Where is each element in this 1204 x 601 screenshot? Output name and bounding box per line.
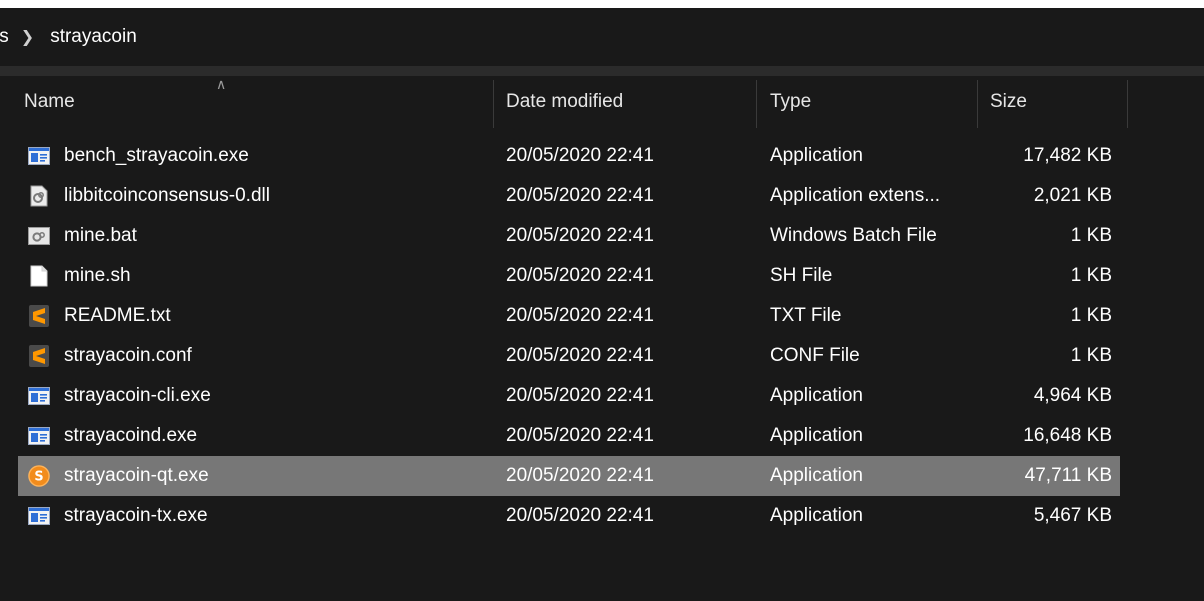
file-size: 1 KB <box>1070 345 1112 366</box>
file-date-modified: 20/05/2020 22:41 <box>506 385 654 406</box>
file-size: 5,467 KB <box>1033 505 1112 526</box>
file-date-modified: 20/05/2020 22:41 <box>506 305 654 326</box>
address-bar[interactable]: ts ❯ strayacoin <box>0 8 1204 66</box>
file-row[interactable]: strayacoin.conf 20/05/2020 22:41 CONF File… <box>18 336 1120 376</box>
file-size: 16,648 KB <box>1023 425 1112 446</box>
file-row[interactable]: strayacoind.exe 20/05/2020 22:41 Applicati… <box>18 416 1120 456</box>
file-type: SH File <box>770 265 833 286</box>
sublime-text-icon <box>28 304 50 328</box>
exe-icon <box>28 384 50 408</box>
breadcrumb-parent[interactable]: ts <box>0 26 9 48</box>
column-header-size[interactable]: Size <box>990 76 1027 128</box>
file-name-cell[interactable]: strayacoin-tx.exe <box>28 496 208 536</box>
file-name-cell[interactable]: strayacoin-cli.exe <box>28 376 211 416</box>
blank-file-icon <box>28 264 50 288</box>
file-type: Application <box>770 425 863 446</box>
address-bar-divider <box>0 66 1204 76</box>
file-name: strayacoin.conf <box>64 345 192 366</box>
column-divider[interactable] <box>1127 80 1128 128</box>
exe-icon <box>28 504 50 528</box>
file-row[interactable]: strayacoin-cli.exe 20/05/2020 22:41 Applic… <box>18 376 1120 416</box>
file-date-modified: 20/05/2020 22:41 <box>506 225 654 246</box>
sort-ascending-caret-icon: ∧ <box>216 76 227 92</box>
sublime-text-icon <box>28 344 50 368</box>
file-size: 1 KB <box>1070 225 1112 246</box>
breadcrumb-current[interactable]: strayacoin <box>50 26 137 48</box>
file-name-cell[interactable]: bench_strayacoin.exe <box>28 136 249 176</box>
file-row[interactable]: README.txt 20/05/2020 22:41 TXT File 1 KB <box>18 296 1120 336</box>
file-type: Application <box>770 505 863 526</box>
file-type: Application <box>770 465 863 486</box>
file-date-modified: 20/05/2020 22:41 <box>506 505 654 526</box>
column-header-type[interactable]: Type <box>770 76 811 128</box>
file-name: strayacoin-cli.exe <box>64 385 211 406</box>
column-divider[interactable] <box>756 80 757 128</box>
file-name: strayacoind.exe <box>64 425 198 446</box>
file-type: Application extens... <box>770 185 941 206</box>
file-explorer-window: ts ❯ strayacoin ∧ Name Date modified Typ… <box>0 8 1204 601</box>
file-row[interactable]: mine.bat 20/05/2020 22:41 Windows Batch Fi… <box>18 216 1120 256</box>
file-type: TXT File <box>770 305 842 326</box>
file-row[interactable]: libbitcoinconsensus-0.dll 20/05/2020 22:4… <box>18 176 1120 216</box>
file-row-selected[interactable]: Sstrayacoin-qt.exe 20/05/2020 22:41 Applic… <box>18 456 1120 496</box>
column-divider[interactable] <box>493 80 494 128</box>
file-name: strayacoin-qt.exe <box>64 465 209 486</box>
file-name-cell[interactable]: libbitcoinconsensus-0.dll <box>28 176 270 216</box>
column-header-date-modified[interactable]: Date modified <box>506 76 623 128</box>
exe-icon <box>28 424 50 448</box>
file-name-cell[interactable]: mine.sh <box>28 256 131 296</box>
file-date-modified: 20/05/2020 22:41 <box>506 465 654 486</box>
file-size: 47,711 KB <box>1024 465 1112 486</box>
file-size: 2,021 KB <box>1033 185 1112 206</box>
file-size: 4,964 KB <box>1033 385 1112 406</box>
file-name-cell[interactable]: README.txt <box>28 296 171 336</box>
file-row[interactable]: bench_strayacoin.exe 20/05/2020 22:41 Appl… <box>18 136 1120 176</box>
file-size: 17,482 KB <box>1023 145 1112 166</box>
file-name: mine.sh <box>64 265 131 286</box>
file-name-cell[interactable]: strayacoin.conf <box>28 336 192 376</box>
column-header-row: ∧ Name Date modified Type Size <box>0 76 1204 128</box>
file-name: strayacoin-tx.exe <box>64 505 208 526</box>
file-size: 1 KB <box>1070 305 1112 326</box>
file-name: mine.bat <box>64 225 137 246</box>
file-type: Application <box>770 145 863 166</box>
file-date-modified: 20/05/2020 22:41 <box>506 425 654 446</box>
file-row[interactable]: strayacoin-tx.exe 20/05/2020 22:41 Applica… <box>18 496 1120 536</box>
file-date-modified: 20/05/2020 22:41 <box>506 345 654 366</box>
file-size: 1 KB <box>1070 265 1112 286</box>
file-name: libbitcoinconsensus-0.dll <box>64 185 270 206</box>
svg-text:S: S <box>34 470 43 485</box>
column-header-name[interactable]: Name <box>24 76 75 128</box>
file-name: bench_strayacoin.exe <box>64 145 249 166</box>
strayacoin-logo-icon: S <box>28 464 50 488</box>
file-type: Windows Batch File <box>770 225 937 246</box>
dll-icon <box>28 184 50 208</box>
file-date-modified: 20/05/2020 22:41 <box>506 185 654 206</box>
file-name: README.txt <box>64 305 171 326</box>
file-name-cell[interactable]: strayacoind.exe <box>28 416 197 456</box>
file-date-modified: 20/05/2020 22:41 <box>506 145 654 166</box>
file-type: Application <box>770 385 863 406</box>
exe-icon <box>28 144 50 168</box>
column-divider[interactable] <box>977 80 978 128</box>
file-name-cell[interactable]: mine.bat <box>28 216 137 256</box>
file-date-modified: 20/05/2020 22:41 <box>506 265 654 286</box>
bat-icon <box>28 224 50 248</box>
file-name-cell[interactable]: Sstrayacoin-qt.exe <box>28 456 209 496</box>
file-type: CONF File <box>770 345 860 366</box>
file-row[interactable]: mine.sh 20/05/2020 22:41 SH File 1 KB <box>18 256 1120 296</box>
breadcrumb-chevron-icon[interactable]: ❯ <box>21 27 34 47</box>
